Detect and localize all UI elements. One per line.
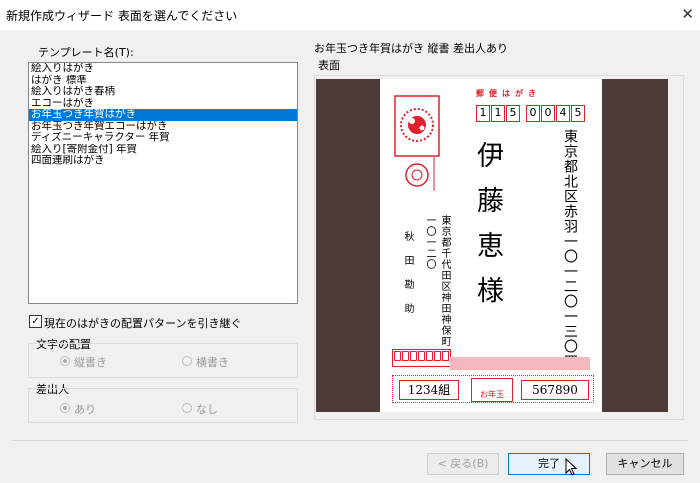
zip-digit-box: 1 <box>476 105 490 122</box>
horizontal-radio-label[interactable]: 横書き <box>196 354 229 370</box>
template-list-item[interactable]: お年玉つき年賀エコーはがき <box>29 121 297 133</box>
zip-digit-box: 1 <box>491 105 505 122</box>
pink-band <box>450 357 590 370</box>
zip-digit-box: 5 <box>506 105 520 122</box>
title-bar: 新規作成ウィザード 表面を選んでください ✕ <box>0 0 700 30</box>
template-list-item[interactable]: 絵入りはがき <box>29 63 297 75</box>
sender-name: 秋田勘助 <box>402 231 413 327</box>
sender-zip-digit-box <box>418 351 425 361</box>
keep-layout-label[interactable]: 現在のはがきの配置パターンを引き継ぐ <box>44 315 241 331</box>
new-year-stamp-image <box>394 95 440 191</box>
preview-side-label: 表面 <box>318 59 340 72</box>
recipient-name: 伊藤恵様 <box>472 141 503 321</box>
vertical-radio[interactable] <box>60 356 70 366</box>
window-title: 新規作成ウィザード 表面を選んでください <box>6 9 238 23</box>
template-list-item[interactable]: お年玉つき年賀はがき <box>29 109 297 121</box>
sender-no-label[interactable]: なし <box>196 401 218 417</box>
sender-zip-digit-box <box>402 351 409 361</box>
sender-zip-digit-box <box>426 351 433 361</box>
sender-zip-digit-box <box>394 351 401 361</box>
template-list-item[interactable]: 四面連刷はがき <box>29 155 297 167</box>
sender-address: 東京都千代田区神田神保町一〇一二〇 <box>424 215 450 347</box>
horizontal-radio[interactable] <box>182 356 192 366</box>
template-list-label: テンプレート名(T): <box>38 46 134 59</box>
postcard-preview: 郵便はがき 1150045 東京都北区赤羽一〇一二〇一三〇四 伊藤恵様 東京都千… <box>380 79 602 412</box>
sender-zip-digit-box <box>442 351 449 361</box>
preview-heading: お年玉つき年賀はがき 縦書 差出人あり <box>314 42 508 55</box>
template-list-item[interactable]: はがき 標準 <box>29 75 297 87</box>
template-list-item[interactable]: 絵入りはがき春柄 <box>29 86 297 98</box>
zip-digit-box: 0 <box>541 105 555 122</box>
lottery-strip: 1234組 お年玉 567890 <box>392 375 594 403</box>
zip-digit-box: 5 <box>571 105 585 122</box>
close-icon[interactable]: ✕ <box>681 5 694 23</box>
postcard-stamp-text: 郵便はがき <box>476 89 541 98</box>
lottery-number: 567890 <box>521 380 589 400</box>
lottery-mark: お年玉 <box>471 378 513 402</box>
template-listbox[interactable]: 絵入りはがき はがき 標準 絵入りはがき春柄 エコーはがき お年玉つき年賀はがき お年玉つ… <box>28 62 298 304</box>
sender-zip-digit-box <box>434 351 441 361</box>
sender-yes-label[interactable]: あり <box>74 401 96 417</box>
sender-no-radio[interactable] <box>182 403 192 413</box>
lottery-group-number: 1234組 <box>399 380 459 400</box>
zip-digit-box: 4 <box>556 105 570 122</box>
sender-yes-radio[interactable] <box>60 403 70 413</box>
finish-button[interactable]: 完了 <box>508 453 590 475</box>
keep-layout-checkbox[interactable]: ✓ <box>29 315 42 328</box>
zip-digit-box: 0 <box>526 105 540 122</box>
sender-zip-boxes <box>392 349 451 367</box>
template-list-item[interactable]: ディズニーキャラクター 年賀 <box>29 132 297 144</box>
footer-divider <box>12 440 688 441</box>
template-list-item[interactable]: エコーはがき <box>29 98 297 110</box>
cancel-button[interactable]: キャンセル <box>606 453 684 475</box>
mouse-cursor-icon <box>565 457 578 479</box>
vertical-radio-label[interactable]: 縦書き <box>74 354 107 370</box>
back-button[interactable]: < 戻る(B) <box>427 453 499 475</box>
recipient-address: 東京都北区赤羽一〇一二〇一三〇四 <box>562 129 578 369</box>
template-list-item[interactable]: 絵入り[寄附金付] 年賀 <box>29 144 297 156</box>
sender-zip-digit-box <box>410 351 417 361</box>
